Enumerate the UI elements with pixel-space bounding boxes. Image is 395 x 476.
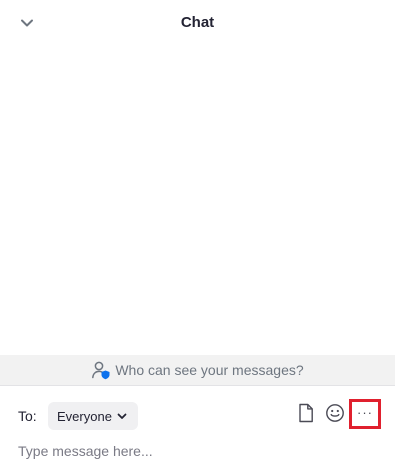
share-file-button[interactable] xyxy=(295,403,317,428)
emoji-icon xyxy=(325,403,345,428)
more-icon: ··· xyxy=(357,405,373,420)
chat-title: Chat xyxy=(180,14,215,31)
to-label: To: xyxy=(18,408,37,424)
recipient-dropdown[interactable]: Everyone xyxy=(48,402,138,430)
visibility-text: Who can see your messages? xyxy=(115,362,304,378)
recipient-value: Everyone xyxy=(57,408,112,424)
chevron-down-icon xyxy=(117,413,127,420)
file-icon xyxy=(298,403,314,428)
chat-panel: Chat Who can see your messages? To: Ever… xyxy=(0,0,395,476)
message-visibility-info[interactable]: Who can see your messages? xyxy=(0,355,395,386)
emoji-button[interactable] xyxy=(324,403,346,428)
more-options-button[interactable]: ··· xyxy=(349,399,381,429)
user-shield-icon xyxy=(91,360,111,380)
message-list xyxy=(0,46,395,355)
recipient-row: To: Everyone ··· xyxy=(0,398,395,432)
chat-header: Chat xyxy=(0,0,395,46)
message-input[interactable] xyxy=(18,440,378,462)
